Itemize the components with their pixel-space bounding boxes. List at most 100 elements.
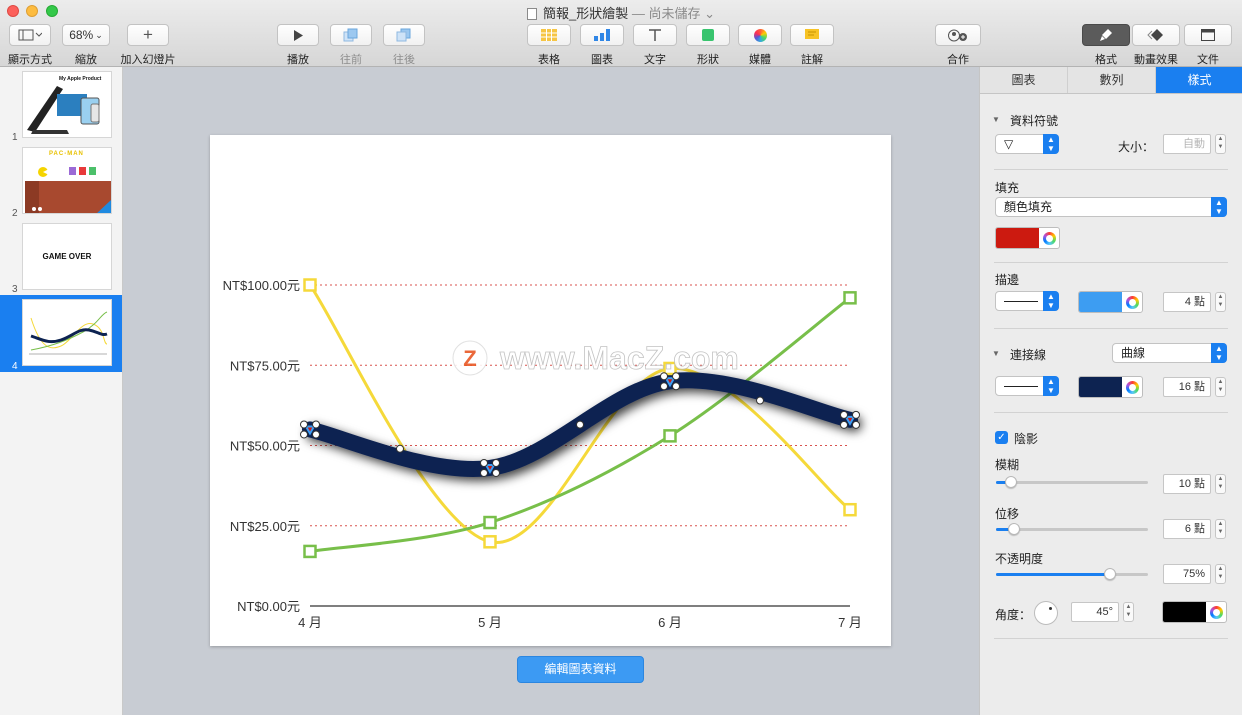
connection-width-field[interactable]: 16 點	[1163, 377, 1211, 397]
play-button[interactable]	[277, 24, 319, 46]
select-arrows-icon: ▲ ▼	[1043, 291, 1059, 311]
symbol-size-field[interactable]: 自動	[1163, 134, 1211, 154]
text-button[interactable]	[633, 24, 677, 46]
opacity-slider-knob[interactable]	[1104, 568, 1116, 580]
symbol-value: ▽	[1004, 137, 1014, 151]
selection-handle	[312, 430, 320, 439]
table-button[interactable]	[527, 24, 571, 46]
text-tool[interactable]: 文字	[633, 24, 677, 67]
plus-icon: +	[143, 25, 153, 44]
comment-tool[interactable]: 註解	[790, 24, 834, 67]
blur-label: 模糊	[995, 458, 1020, 472]
chart-button[interactable]	[580, 24, 624, 46]
connection-style-select[interactable]: ▲ ▼	[995, 376, 1059, 396]
connection-width-stepper[interactable]: ▲ ▼	[1215, 377, 1226, 397]
slide-thumbnail-2[interactable]: PAC-MAN 2	[0, 143, 122, 219]
fill-color-well[interactable]	[995, 227, 1060, 249]
media-button[interactable]	[738, 24, 782, 46]
opacity-field[interactable]: 75%	[1163, 564, 1211, 584]
color-wheel-icon[interactable]	[1043, 232, 1056, 245]
color-wheel-icon[interactable]	[1126, 296, 1139, 309]
stroke-color-well[interactable]	[1078, 291, 1143, 313]
color-wheel-icon[interactable]	[1210, 606, 1223, 619]
animate-tool[interactable]: 動畫效果	[1132, 24, 1180, 67]
format-button[interactable]	[1082, 24, 1130, 46]
collaborate-icon	[948, 29, 967, 41]
fill-type-select[interactable]: 顏色填充 ▲ ▼	[995, 197, 1227, 217]
angle-dial[interactable]	[1034, 601, 1058, 625]
shape-button[interactable]	[686, 24, 730, 46]
bring-forward-tool[interactable]: 往前	[330, 24, 372, 67]
format-tool[interactable]: 格式	[1082, 24, 1130, 67]
angle-stepper[interactable]: ▲ ▼	[1123, 602, 1134, 622]
collaborate-button[interactable]	[935, 24, 981, 46]
blur-stepper[interactable]: ▲ ▼	[1215, 474, 1226, 494]
connection-type-select[interactable]: 曲線 ▲ ▼	[1112, 343, 1227, 363]
view-menu-tool[interactable]: 顯示方式	[8, 24, 52, 67]
view-button[interactable]	[9, 24, 51, 46]
opacity-slider[interactable]	[996, 568, 1148, 580]
add-slide-button[interactable]: +	[127, 24, 169, 46]
stroke-heading: 描邊	[995, 273, 1020, 287]
stroke-width-field[interactable]: 4 點	[1163, 292, 1211, 312]
zoom-select[interactable]: 68% ⌄	[62, 24, 110, 46]
selection-handle	[840, 420, 848, 429]
tab-style[interactable]: 樣式	[1156, 67, 1242, 93]
divider	[994, 638, 1228, 639]
document-button[interactable]	[1184, 24, 1232, 46]
format-inspector: 圖表 數列 樣式 ▼ 資料符號 ▽ ▲ ▼ 大小： 自動 ▲ ▼ 填充 顏色填充 ▲…	[979, 67, 1242, 715]
slide-thumbnail-4[interactable]: 4	[0, 295, 122, 372]
color-wheel-icon[interactable]	[1126, 381, 1139, 394]
symbol-select[interactable]: ▽ ▲ ▼	[995, 134, 1059, 154]
add-slide-tool[interactable]: + 加入幻燈片	[120, 24, 176, 67]
offset-slider[interactable]	[996, 523, 1148, 535]
selection-handle	[492, 468, 500, 477]
line-chart[interactable]: NT$0.00元 NT$25.00元 NT$50.00元 NT$75.00元 NT$10…	[210, 135, 891, 646]
slide-navigator: My Apple Product 1 PAC-MAN 2 GAME OVER 3…	[0, 67, 123, 715]
shape-tool[interactable]: 形狀	[686, 24, 730, 67]
offset-stepper[interactable]: ▲ ▼	[1215, 519, 1226, 539]
connection-color-well[interactable]	[1078, 376, 1143, 398]
slide-canvas: NT$0.00元 NT$25.00元 NT$50.00元 NT$75.00元 NT$10…	[124, 67, 978, 715]
chart-tool[interactable]: 圖表	[580, 24, 624, 67]
connection-line-heading: 連接線	[1010, 348, 1047, 362]
stroke-width-stepper[interactable]: ▲ ▼	[1215, 292, 1226, 312]
angle-field[interactable]: 45°	[1071, 602, 1119, 622]
collaborate-tool[interactable]: 合作	[935, 24, 981, 67]
shadow-color-well[interactable]	[1162, 601, 1227, 623]
zoom-tool[interactable]: 68% ⌄ 縮放	[62, 24, 110, 67]
send-backward-tool[interactable]: 往後	[383, 24, 425, 67]
size-label: 大小：	[1118, 140, 1155, 154]
offset-slider-knob[interactable]	[1008, 523, 1021, 535]
text-label: 文字	[644, 54, 666, 66]
stroke-style-select[interactable]: ▲ ▼	[995, 291, 1059, 311]
document-tool[interactable]: 文件	[1184, 24, 1232, 67]
data-point-marker	[663, 429, 677, 443]
animate-button[interactable]	[1132, 24, 1180, 46]
comment-button[interactable]	[790, 24, 834, 46]
edit-chart-data-button[interactable]: 編輯圖表資料	[517, 656, 644, 683]
table-tool[interactable]: 表格	[527, 24, 571, 67]
bring-forward-button[interactable]	[330, 24, 372, 46]
play-tool[interactable]: 播放	[277, 24, 319, 67]
opacity-stepper[interactable]: ▲ ▼	[1215, 564, 1226, 584]
shadow-checkbox[interactable]: ✓	[995, 431, 1008, 444]
blur-field[interactable]: 10 點	[1163, 474, 1211, 494]
blur-slider[interactable]	[996, 476, 1148, 488]
fill-type-value: 顏色填充	[1004, 200, 1053, 214]
blur-slider-knob[interactable]	[1005, 476, 1018, 488]
tab-series[interactable]: 數列	[1068, 67, 1156, 93]
media-tool[interactable]: 媒體	[738, 24, 782, 67]
document-name[interactable]: 簡報_形狀繪製	[543, 6, 628, 21]
send-backward-button[interactable]	[383, 24, 425, 46]
symbol-size-stepper[interactable]: ▲ ▼	[1215, 134, 1226, 154]
current-slide[interactable]: NT$0.00元 NT$25.00元 NT$50.00元 NT$75.00元 NT$10…	[210, 135, 891, 646]
slide-thumbnail-3[interactable]: GAME OVER 3	[0, 219, 122, 295]
selection-handle	[300, 430, 308, 439]
disclosure-triangle-icon[interactable]: ▼	[992, 115, 1000, 124]
chevron-down-icon[interactable]: ⌄	[704, 6, 715, 21]
slide-thumbnail-1[interactable]: My Apple Product 1	[0, 67, 122, 143]
offset-field[interactable]: 6 點	[1163, 519, 1211, 539]
disclosure-triangle-icon[interactable]: ▼	[992, 349, 1000, 358]
tab-chart[interactable]: 圖表	[980, 67, 1068, 93]
